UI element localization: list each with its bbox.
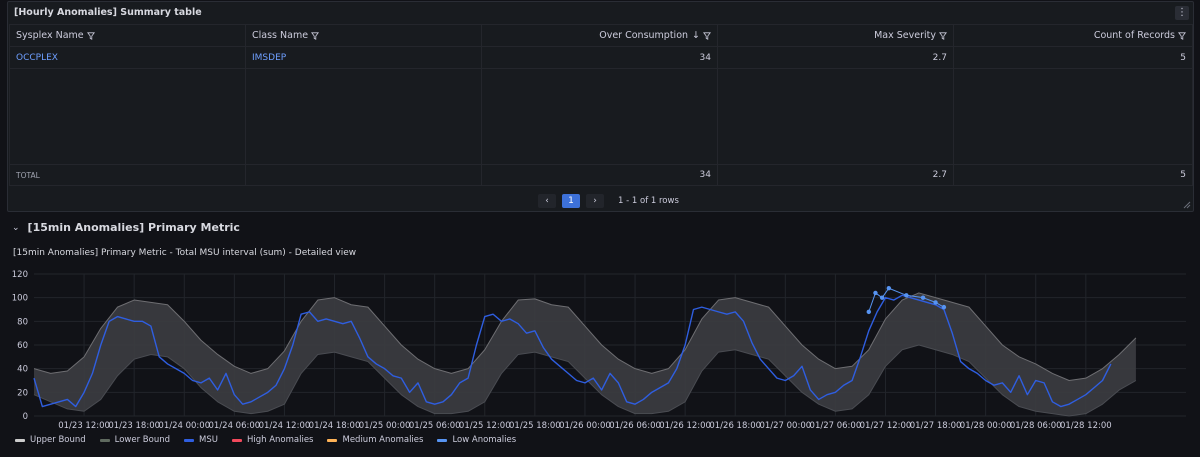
x-tick-label: 01/27 00:00 <box>759 421 811 431</box>
total-count: 5 <box>953 164 1193 186</box>
x-tick-label: 01/24 00:00 <box>158 421 210 431</box>
column-header-class[interactable]: Class Name <box>245 24 482 47</box>
x-tick-label: 01/28 06:00 <box>1010 421 1062 431</box>
anomaly-point <box>866 309 871 315</box>
resize-handle-icon[interactable] <box>1183 201 1191 209</box>
chevron-down-icon[interactable]: ⌄ <box>12 223 20 233</box>
column-header-max-severity[interactable]: Max Severity <box>717 24 954 47</box>
x-tick-label: 01/25 06:00 <box>409 421 461 431</box>
x-tick-label: 01/26 12:00 <box>659 421 711 431</box>
anomaly-point <box>920 295 926 300</box>
x-tick-label: 01/24 12:00 <box>259 421 311 431</box>
y-tick-label: 100 <box>12 294 28 304</box>
x-tick-label: 01/27 18:00 <box>910 421 962 431</box>
x-tick-label: 01/28 12:00 <box>1060 421 1112 431</box>
row-header[interactable]: ⌄ [15min Anomalies] Primary Metric <box>12 221 240 234</box>
panel-menu-icon[interactable]: ⋮ <box>1175 6 1189 20</box>
filter-icon[interactable] <box>1178 31 1186 40</box>
summary-table: Sysplex Name Class Name Over Consumption… <box>9 24 1193 186</box>
column-header-count[interactable]: Count of Records <box>953 24 1193 47</box>
y-tick-label: 120 <box>12 270 28 280</box>
y-tick-label: 20 <box>17 388 28 398</box>
legend-swatch <box>231 438 242 442</box>
x-tick-label: 01/23 18:00 <box>108 421 160 431</box>
empty-space <box>9 68 1193 165</box>
legend-swatch <box>184 438 195 442</box>
total-row: TOTAL 34 2.7 5 <box>9 164 1193 186</box>
x-tick-label: 01/26 06:00 <box>609 421 661 431</box>
x-tick-label: 01/25 18:00 <box>509 421 561 431</box>
legend-swatch <box>99 438 110 442</box>
cell-count: 5 <box>953 46 1193 69</box>
anomaly-point <box>886 286 892 291</box>
legend-swatch <box>327 438 338 442</box>
chart-title: [15min Anomalies] Primary Metric - Total… <box>13 248 357 258</box>
prev-page-button[interactable]: ‹ <box>538 194 556 208</box>
summary-table-panel: [Hourly Anomalies] Summary table ⋮ Syspl… <box>7 1 1194 212</box>
table-row: OCCPLEX IMSDEP 34 2.7 5 <box>9 46 1193 69</box>
time-series-chart[interactable]: 02040608010012001/23 12:0001/23 18:0001/… <box>0 262 1200 432</box>
legend-swatch <box>437 438 448 442</box>
column-header-sysplex[interactable]: Sysplex Name <box>9 24 246 47</box>
filter-icon[interactable] <box>86 31 95 40</box>
anomaly-point <box>904 293 909 298</box>
pagination-info: 1 - 1 of 1 rows <box>618 196 679 206</box>
legend-swatch <box>15 438 25 442</box>
filter-icon[interactable] <box>939 31 947 40</box>
y-tick-label: 80 <box>17 317 28 327</box>
x-tick-label: 01/24 18:00 <box>309 421 361 431</box>
y-tick-label: 40 <box>17 365 28 375</box>
cell-class[interactable]: IMSDEP <box>245 46 482 69</box>
sort-descending-icon: ↓ <box>692 30 700 41</box>
legend-item-medium-anomalies[interactable]: Medium Anomalies <box>327 435 423 445</box>
anomaly-point <box>879 295 885 300</box>
legend-item-low-anomalies[interactable]: Low Anomalies <box>437 435 516 445</box>
x-tick-label: 01/24 06:00 <box>208 421 260 431</box>
legend-item-upper-bound[interactable]: Upper Bound <box>15 435 86 445</box>
legend-item-msu[interactable]: MSU <box>184 435 218 445</box>
anomaly-point <box>873 290 878 296</box>
total-label: TOTAL <box>9 164 246 186</box>
x-tick-label: 01/28 00:00 <box>960 421 1012 431</box>
y-tick-label: 60 <box>17 341 28 351</box>
pagination: ‹ 1 › 1 - 1 of 1 rows <box>538 194 679 208</box>
x-tick-label: 01/27 06:00 <box>810 421 862 431</box>
column-header-over-consumption[interactable]: Over Consumption ↓ <box>481 24 718 47</box>
filter-icon[interactable] <box>703 31 711 40</box>
anomaly-point <box>941 304 947 310</box>
x-tick-label: 01/26 18:00 <box>709 421 761 431</box>
chart-legend: Upper Bound Lower Bound MSU High Anomali… <box>15 435 516 445</box>
total-max-severity: 2.7 <box>717 164 954 186</box>
filter-icon[interactable] <box>311 31 320 40</box>
page-1-button[interactable]: 1 <box>562 194 580 208</box>
cell-over-consumption: 34 <box>481 46 718 69</box>
y-tick-label: 0 <box>23 412 28 422</box>
total-over-consumption: 34 <box>481 164 718 186</box>
x-tick-label: 01/26 00:00 <box>559 421 611 431</box>
cell-sysplex[interactable]: OCCPLEX <box>9 46 246 69</box>
panel-title: [Hourly Anomalies] Summary table <box>14 7 202 18</box>
x-tick-label: 01/25 12:00 <box>459 421 511 431</box>
cell-max-severity: 2.7 <box>717 46 954 69</box>
anomaly-point <box>933 300 938 305</box>
legend-item-lower-bound[interactable]: Lower Bound <box>99 435 170 445</box>
next-page-button[interactable]: › <box>586 194 604 208</box>
x-tick-label: 01/27 12:00 <box>860 421 912 431</box>
x-tick-label: 01/23 12:00 <box>58 421 110 431</box>
legend-item-high-anomalies[interactable]: High Anomalies <box>231 435 313 445</box>
row-title: [15min Anomalies] Primary Metric <box>27 221 240 234</box>
x-tick-label: 01/25 00:00 <box>359 421 411 431</box>
